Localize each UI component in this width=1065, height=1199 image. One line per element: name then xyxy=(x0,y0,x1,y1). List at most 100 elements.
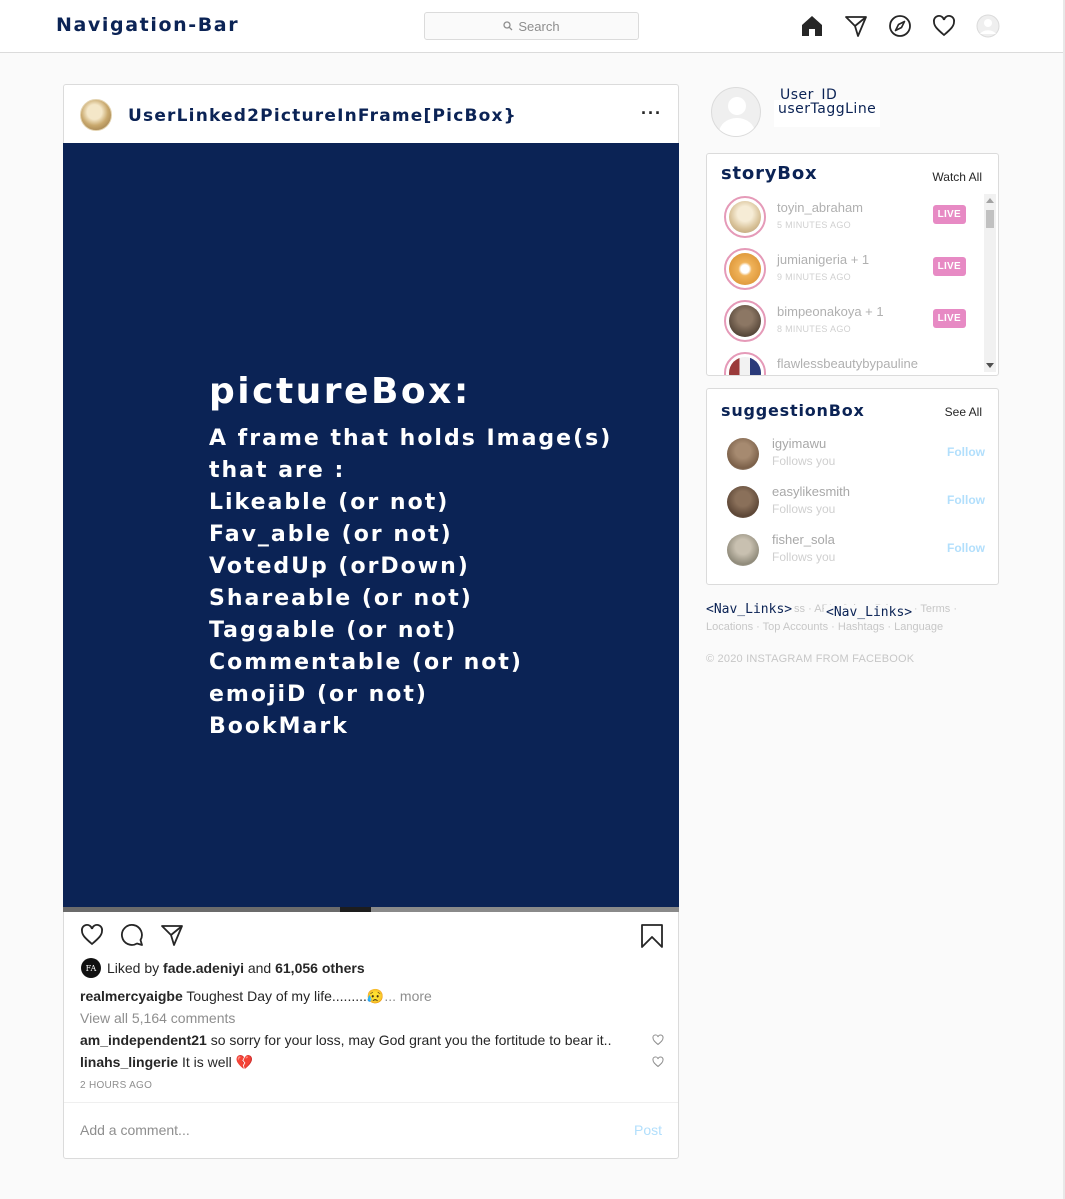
scrollbar-thumb[interactable] xyxy=(986,210,994,228)
live-badge: LIVE xyxy=(932,205,966,224)
direct-icon[interactable] xyxy=(843,13,869,39)
comment-text: so sorry for your loss, may God grant yo… xyxy=(210,1032,612,1048)
photo-edge-strip xyxy=(63,907,679,912)
nav-links-label[interactable]: <Nav_Links> xyxy=(706,602,795,617)
brand-logo[interactable]: Navigation-Bar xyxy=(56,14,239,36)
follow-button[interactable]: Follow xyxy=(947,445,985,459)
caption-text: Toughest Day of my life......... xyxy=(186,988,367,1004)
like-heart-icon[interactable] xyxy=(80,923,104,947)
story-box-title: storyBox xyxy=(721,163,818,184)
picture-box-line: Shareable (or not) xyxy=(209,586,473,611)
search-input[interactable]: Search xyxy=(424,12,639,40)
story-item[interactable]: jumianigeria + 1 9 MINUTES AGO LIVE xyxy=(724,248,970,292)
suggestion-subtext: Follows you xyxy=(772,454,836,468)
suggestion-box-title: suggestionBox xyxy=(721,401,865,420)
follow-button[interactable]: Follow xyxy=(947,541,985,555)
see-all-link[interactable]: See All xyxy=(945,405,982,419)
liked-by-and: and xyxy=(247,960,272,976)
comment-row: linahs_lingerie It is well 💔 xyxy=(80,1054,664,1071)
suggestion-box: suggestionBox See All igyimawu Follows y… xyxy=(706,388,999,585)
picture-box-description: A frame that holds Image(s) that are : L… xyxy=(209,423,612,743)
caption-username[interactable]: realmercyaigbe xyxy=(80,988,183,1004)
post-header: UserLinked2PictureInFrame[PicBox} ··· xyxy=(64,85,678,144)
explore-icon[interactable] xyxy=(887,13,913,39)
story-avatar xyxy=(724,300,766,342)
post-actions xyxy=(80,923,184,947)
liked-by-others[interactable]: 61,056 others xyxy=(275,960,365,976)
post-card: UserLinked2PictureInFrame[PicBox} ··· pi… xyxy=(63,84,679,1159)
story-box: storyBox Watch All toyin_abraham 5 MINUT… xyxy=(706,153,999,376)
liked-by-avatar[interactable]: FA xyxy=(81,958,101,978)
search-placeholder: Search xyxy=(518,18,560,34)
story-item[interactable]: bimpeonakoya + 1 8 MINUTES AGO LIVE xyxy=(724,300,970,344)
suggestion-avatar[interactable] xyxy=(727,438,759,470)
story-avatar xyxy=(724,248,766,290)
suggestion-subtext: Follows you xyxy=(772,550,836,564)
post-author-username[interactable]: UserLinked2PictureInFrame[PicBox} xyxy=(128,106,517,126)
picture-box-line: BookMark xyxy=(209,714,349,739)
picture-box-line: Likeable (or not) xyxy=(209,490,450,515)
story-time: 5 MINUTES AGO xyxy=(777,220,851,230)
post-author-avatar[interactable] xyxy=(80,99,112,131)
live-badge: LIVE xyxy=(932,309,966,328)
view-all-comments-link[interactable]: View all 5,164 comments xyxy=(80,1010,235,1026)
watch-all-link[interactable]: Watch All xyxy=(932,170,982,184)
bookmark-icon[interactable] xyxy=(640,923,664,954)
picture-box-line: that are : xyxy=(209,458,346,483)
activity-heart-icon[interactable] xyxy=(931,13,957,39)
share-icon[interactable] xyxy=(160,923,184,947)
picture-box[interactable]: pictureBox: A frame that holds Image(s) … xyxy=(63,143,679,907)
liked-by-row: FA Liked by fade.adeniyi and 61,056 othe… xyxy=(81,958,365,978)
liked-by-user[interactable]: fade.adeniyi xyxy=(163,960,244,976)
story-time: 9 MINUTES AGO xyxy=(777,272,851,282)
picture-box-line: VotedUp (orDown) xyxy=(209,554,470,579)
scroll-up-arrow-icon[interactable] xyxy=(986,198,994,203)
picture-box-line: Commentable (or not) xyxy=(209,650,523,675)
suggestion-avatar[interactable] xyxy=(727,534,759,566)
nav-links-label[interactable]: <Nav_Links> xyxy=(824,605,915,620)
search-icon xyxy=(503,21,513,31)
follow-button[interactable]: Follow xyxy=(947,493,985,507)
footer-links-line[interactable]: Locations · Top Accounts · Hashtags · La… xyxy=(706,618,966,636)
nav-icons xyxy=(799,13,1001,39)
current-user-avatar[interactable] xyxy=(711,87,761,137)
suggestion-username[interactable]: easylikesmith xyxy=(772,484,850,499)
picture-box-title: pictureBox: xyxy=(209,371,471,412)
story-time: 8 MINUTES AGO xyxy=(777,324,851,334)
suggestion-username[interactable]: igyimawu xyxy=(772,436,826,451)
picture-box-line: emojiD (or not) xyxy=(209,682,428,707)
home-icon[interactable] xyxy=(799,13,825,39)
profile-avatar-icon[interactable] xyxy=(975,13,1001,39)
caption-emoji: 😥 xyxy=(366,988,385,1004)
suggestion-avatar[interactable] xyxy=(727,486,759,518)
scroll-down-arrow-icon[interactable] xyxy=(986,363,994,368)
comment-username[interactable]: linahs_lingerie xyxy=(80,1054,178,1070)
story-username: bimpeonakoya + 1 xyxy=(777,304,884,319)
post-comment-button[interactable]: Post xyxy=(634,1122,662,1138)
comment-emoji: 💔 xyxy=(235,1054,254,1070)
liked-by-prefix: Liked by xyxy=(107,960,160,976)
picture-box-line: Fav_able (or not) xyxy=(209,522,453,547)
story-item[interactable]: toyin_abraham 5 MINUTES AGO LIVE xyxy=(724,196,970,240)
comment-like-icon[interactable] xyxy=(652,1034,664,1046)
caption-more-link[interactable]: ... more xyxy=(384,988,431,1004)
comment-icon[interactable] xyxy=(120,923,144,947)
story-username: toyin_abraham xyxy=(777,200,863,215)
live-badge: LIVE xyxy=(932,257,966,276)
story-scrollbar[interactable] xyxy=(984,194,996,372)
comment-like-icon[interactable] xyxy=(652,1056,664,1068)
story-avatar xyxy=(724,196,766,238)
story-avatar xyxy=(724,352,766,375)
top-navigation-bar: Navigation-Bar Search xyxy=(0,0,1063,53)
picture-box-line: Taggable (or not) xyxy=(209,618,458,643)
copyright-text: © 2020 INSTAGRAM FROM FACEBOOK xyxy=(706,653,915,665)
post-caption: realmercyaigbe Toughest Day of my life..… xyxy=(80,988,432,1005)
suggestion-item: fisher_sola Follows you Follow xyxy=(727,532,985,568)
story-username: jumianigeria + 1 xyxy=(777,252,870,267)
story-item[interactable]: flawlessbeautybypauline xyxy=(724,352,970,375)
more-options-icon[interactable]: ··· xyxy=(641,103,662,124)
comment-username[interactable]: am_independent21 xyxy=(80,1032,207,1048)
post-timestamp[interactable]: 2 HOURS AGO xyxy=(80,1080,152,1091)
suggestion-username[interactable]: fisher_sola xyxy=(772,532,835,547)
add-comment-input[interactable]: Add a comment... xyxy=(80,1122,190,1138)
